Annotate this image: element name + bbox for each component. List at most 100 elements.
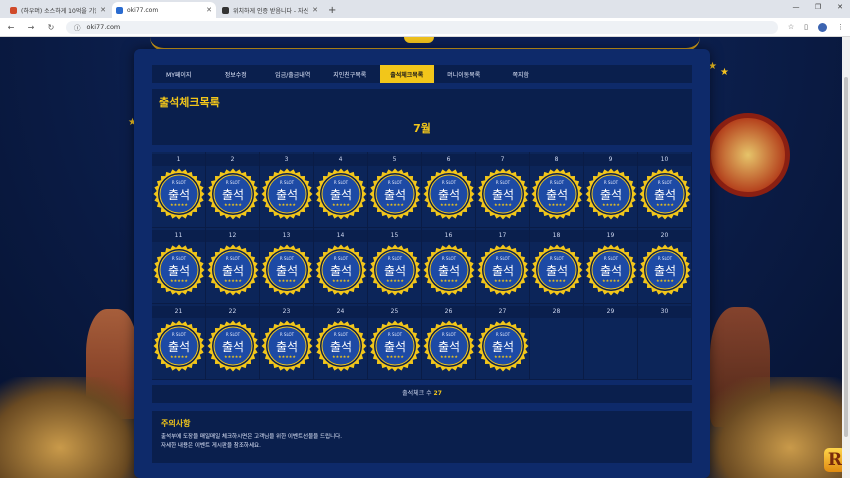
stamp-stars-text: ★★★★★ bbox=[494, 278, 512, 283]
stamp-stars-text: ★★★★★ bbox=[440, 278, 458, 283]
stamp-main-text: 출석 bbox=[330, 264, 352, 278]
stamp-main-text: 출석 bbox=[600, 188, 622, 202]
stamp-main-text: 출석 bbox=[438, 188, 460, 202]
stamp-stars-text: ★★★★★ bbox=[278, 354, 296, 359]
attendance-stamp-icon: R SLOT 출석 ★★★★★ bbox=[261, 168, 313, 220]
calendar-day: 25 R SLOT 출석 ★★★★★ bbox=[368, 304, 422, 380]
site-favicon-icon bbox=[10, 6, 17, 14]
stamp-brand-text: R SLOT bbox=[496, 332, 511, 337]
tab-deposit-withdraw[interactable]: 입금/출금내역 bbox=[266, 65, 320, 83]
calendar-day: 10 R SLOT 출석 ★★★★★ bbox=[638, 152, 692, 228]
attendance-stamp-icon: R SLOT 출석 ★★★★★ bbox=[315, 168, 367, 220]
stamp-stars-text: ★★★★★ bbox=[494, 354, 512, 359]
close-icon[interactable]: ✕ bbox=[312, 6, 318, 14]
tab-messages[interactable]: 쪽지함 bbox=[494, 65, 548, 83]
browser-tab-2[interactable]: oki77.com ✕ bbox=[112, 2, 216, 18]
tab-label: 위치하게 인증 받음니다 - 자신 bbox=[233, 7, 309, 15]
tab-label: (하우머) 소스하게 10억을 기일 다 bbox=[21, 7, 96, 15]
stamp-brand-text: R SLOT bbox=[172, 180, 187, 185]
attendance-count: 출석체크 수 27 bbox=[152, 385, 692, 403]
stamp-stars-text: ★★★★★ bbox=[278, 202, 296, 207]
forward-icon[interactable]: → bbox=[26, 23, 36, 32]
tab-attendance[interactable]: 출석체크목록 bbox=[380, 65, 434, 83]
stamp-stars-text: ★★★★★ bbox=[332, 354, 350, 359]
stamp-brand-text: R SLOT bbox=[226, 256, 241, 261]
tab-money-transfer[interactable]: 머니이동목록 bbox=[437, 65, 491, 83]
calendar-day: 18 R SLOT 출석 ★★★★★ bbox=[530, 228, 584, 304]
calendar-day: 5 R SLOT 출석 ★★★★★ bbox=[368, 152, 422, 228]
stamp-brand-text: R SLOT bbox=[496, 256, 511, 261]
close-window-icon[interactable]: ✕ bbox=[836, 3, 844, 11]
calendar-day: 15 R SLOT 출석 ★★★★★ bbox=[368, 228, 422, 304]
attendance-stamp-icon: R SLOT 출석 ★★★★★ bbox=[585, 244, 637, 296]
stamp-brand-text: R SLOT bbox=[388, 332, 403, 337]
count-label: 출석체크 수 bbox=[402, 390, 432, 397]
calendar-day: 21 R SLOT 출석 ★★★★★ bbox=[152, 304, 206, 380]
attendance-stamp-icon: R SLOT 출석 ★★★★★ bbox=[639, 244, 691, 296]
stamp-stars-text: ★★★★★ bbox=[386, 278, 404, 283]
page-scrollbar[interactable] bbox=[842, 37, 850, 478]
tab-edit-info[interactable]: 정보수정 bbox=[209, 65, 263, 83]
attendance-stamp-icon: R SLOT 출석 ★★★★★ bbox=[369, 320, 421, 372]
attendance-stamp-icon: R SLOT 출석 ★★★★★ bbox=[369, 168, 421, 220]
close-icon[interactable]: ✕ bbox=[206, 6, 212, 14]
restore-icon[interactable]: ❐ bbox=[814, 3, 822, 11]
stamp-main-text: 출석 bbox=[222, 188, 244, 202]
day-number: 23 bbox=[260, 306, 313, 318]
stamp-brand-text: R SLOT bbox=[550, 256, 565, 261]
day-number: 3 bbox=[260, 154, 313, 166]
stamp-stars-text: ★★★★★ bbox=[548, 202, 566, 207]
calendar-day: 2 R SLOT 출석 ★★★★★ bbox=[206, 152, 260, 228]
calendar-day: 6 R SLOT 출석 ★★★★★ bbox=[422, 152, 476, 228]
day-number: 25 bbox=[368, 306, 421, 318]
new-tab-icon[interactable]: + bbox=[328, 5, 336, 16]
stamp-brand-text: R SLOT bbox=[388, 256, 403, 261]
profile-avatar[interactable] bbox=[818, 22, 827, 32]
attendance-stamp-icon: R SLOT 출석 ★★★★★ bbox=[423, 320, 475, 372]
address-bar[interactable]: ⓘ oki77.com bbox=[66, 20, 778, 34]
reload-icon[interactable]: ↻ bbox=[46, 23, 56, 32]
attendance-stamp-icon: R SLOT 출석 ★★★★★ bbox=[423, 244, 475, 296]
tab-referrals[interactable]: 지인친구목록 bbox=[323, 65, 377, 83]
stamp-stars-text: ★★★★★ bbox=[278, 278, 296, 283]
stamp-stars-text: ★★★★★ bbox=[332, 278, 350, 283]
attendance-stamp-icon: R SLOT 출석 ★★★★★ bbox=[153, 244, 205, 296]
bookmark-star-icon[interactable]: ☆ bbox=[788, 23, 794, 31]
stamp-stars-text: ★★★★★ bbox=[224, 278, 242, 283]
browser-tab-1[interactable]: (하우머) 소스하게 10억을 기일 다 ✕ bbox=[6, 2, 110, 18]
stamp-brand-text: R SLOT bbox=[442, 256, 457, 261]
attendance-stamp-icon: R SLOT 출석 ★★★★★ bbox=[423, 168, 475, 220]
stamp-brand-text: R SLOT bbox=[226, 180, 241, 185]
calendar-day: 27 R SLOT 출석 ★★★★★ bbox=[476, 304, 530, 380]
browser-tab-3[interactable]: 위치하게 인증 받음니다 - 자신 ✕ bbox=[218, 2, 322, 18]
stamp-brand-text: R SLOT bbox=[604, 180, 619, 185]
notice-line: 자세한 내용은 이벤트 게시판을 참조하세요. bbox=[161, 443, 261, 449]
day-number: 29 bbox=[584, 306, 637, 318]
stamp-main-text: 출석 bbox=[276, 264, 298, 278]
count-value: 27 bbox=[433, 390, 442, 397]
stamp-brand-text: R SLOT bbox=[280, 332, 295, 337]
minimize-icon[interactable]: — bbox=[792, 3, 800, 11]
close-icon[interactable]: ✕ bbox=[100, 6, 106, 14]
stamp-stars-text: ★★★★★ bbox=[170, 278, 188, 283]
stamp-brand-text: R SLOT bbox=[658, 256, 673, 261]
day-number: 10 bbox=[638, 154, 691, 166]
back-icon[interactable]: ← bbox=[6, 23, 16, 32]
stamp-brand-text: R SLOT bbox=[334, 332, 349, 337]
attendance-stamp-icon: R SLOT 출석 ★★★★★ bbox=[531, 244, 583, 296]
stamp-brand-text: R SLOT bbox=[496, 180, 511, 185]
tab-mypage[interactable]: MY페이지 bbox=[152, 65, 206, 83]
stamp-main-text: 출석 bbox=[438, 340, 460, 354]
url-text: oki77.com bbox=[86, 23, 121, 31]
stamp-stars-text: ★★★★★ bbox=[494, 202, 512, 207]
day-number: 13 bbox=[260, 230, 313, 242]
attendance-stamp-icon: R SLOT 출석 ★★★★★ bbox=[261, 244, 313, 296]
stamp-main-text: 출석 bbox=[654, 264, 676, 278]
attendance-stamp-icon: R SLOT 출석 ★★★★★ bbox=[531, 168, 583, 220]
window-controls: — ❐ ✕ bbox=[792, 3, 844, 11]
menu-dots-icon[interactable]: ⋮ bbox=[837, 23, 844, 31]
sidepanel-icon[interactable]: ▯ bbox=[804, 23, 808, 31]
calendar-day: 7 R SLOT 출석 ★★★★★ bbox=[476, 152, 530, 228]
calendar-day: 28 bbox=[530, 304, 584, 380]
site-info-icon[interactable]: ⓘ bbox=[74, 22, 81, 32]
